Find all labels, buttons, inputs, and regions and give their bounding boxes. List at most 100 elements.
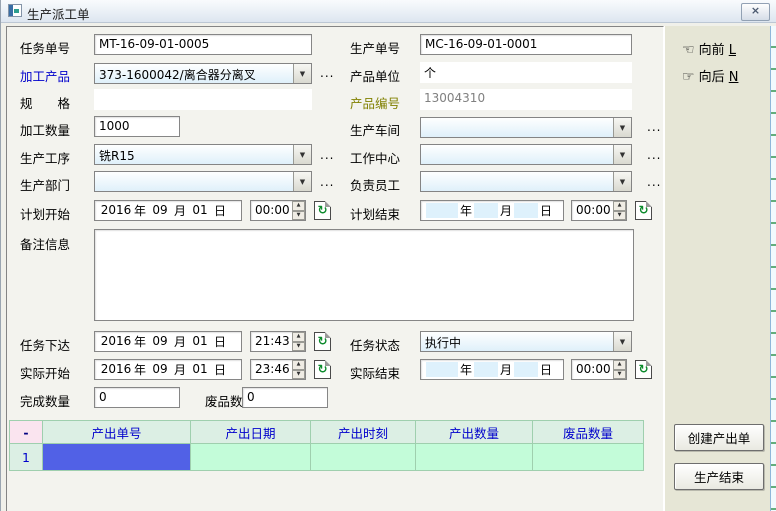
- task-issue-time[interactable]: 21:43 ▲▼: [250, 331, 306, 352]
- month-segment[interactable]: 09: [148, 203, 172, 218]
- nav-previous-label: 向前: [699, 43, 725, 58]
- spin-up-icon[interactable]: ▲: [292, 201, 305, 211]
- table-corner-cell[interactable]: -: [9, 420, 43, 444]
- year-segment[interactable]: 2016: [100, 203, 132, 218]
- month-segment[interactable]: [474, 203, 498, 218]
- table-cell[interactable]: [533, 444, 644, 471]
- prod-no-input[interactable]: MC-16-09-01-0001: [420, 34, 632, 55]
- actual-end-date[interactable]: 年月日: [420, 359, 564, 380]
- work-center-combobox[interactable]: ▼: [420, 144, 632, 165]
- plan-end-refresh-button[interactable]: ↻: [635, 201, 652, 220]
- department-browse-button[interactable]: ...: [320, 175, 334, 189]
- day-segment[interactable]: [514, 203, 538, 218]
- task-no-input[interactable]: MT-16-09-01-0005: [94, 34, 312, 55]
- nav-previous[interactable]: ☜ 向前 L: [682, 39, 736, 58]
- spin-down-icon[interactable]: ▼: [292, 211, 305, 221]
- chevron-down-icon[interactable]: ▼: [613, 145, 631, 164]
- chevron-down-icon[interactable]: ▼: [613, 172, 631, 191]
- table-cell[interactable]: [191, 444, 311, 471]
- plan-start-date[interactable]: 2016年09月01日: [94, 200, 242, 221]
- actual-end-refresh-button[interactable]: ↻: [635, 360, 652, 379]
- day-segment[interactable]: 01: [188, 203, 212, 218]
- employee-combobox[interactable]: ▼: [420, 171, 632, 192]
- plan-end-date[interactable]: 年月日: [420, 200, 564, 221]
- month-segment[interactable]: [474, 362, 498, 377]
- time-spinner[interactable]: ▲▼: [292, 201, 305, 220]
- year-segment[interactable]: [426, 203, 458, 218]
- nav-next[interactable]: ☞向后 N: [682, 66, 738, 85]
- remark-textarea[interactable]: [94, 229, 634, 321]
- actual-start-time[interactable]: 23:46 ▲▼: [250, 359, 306, 380]
- create-output-button[interactable]: 创建产出单: [674, 424, 764, 451]
- task-status-combobox[interactable]: 执行中 ▼: [420, 331, 632, 352]
- spin-up-icon[interactable]: ▲: [292, 332, 305, 342]
- plan-start-time[interactable]: 00:00 ▲▼: [250, 200, 306, 221]
- column-header[interactable]: 产出单号: [43, 420, 191, 444]
- month-unit: 月: [172, 202, 188, 219]
- month-segment[interactable]: 09: [148, 334, 172, 349]
- column-header[interactable]: 产出日期: [191, 420, 311, 444]
- chevron-down-icon[interactable]: ▼: [293, 64, 311, 83]
- month-unit: 月: [498, 202, 514, 219]
- actual-start-refresh-button[interactable]: ↻: [314, 360, 331, 379]
- time-spinner[interactable]: ▲▼: [613, 360, 626, 379]
- time-value[interactable]: 00:00: [251, 201, 292, 220]
- close-button[interactable]: ×: [741, 3, 770, 21]
- scrap-qty-input[interactable]: 0: [242, 387, 328, 408]
- task-issue-refresh-button[interactable]: ↻: [314, 332, 331, 351]
- actual-start-date[interactable]: 2016年09月01日: [94, 359, 242, 380]
- spin-down-icon[interactable]: ▼: [613, 211, 626, 221]
- process-browse-button[interactable]: ...: [320, 148, 334, 162]
- finish-production-button[interactable]: 生产结束: [674, 463, 764, 490]
- column-header[interactable]: 废品数量: [533, 420, 644, 444]
- year-segment[interactable]: 2016: [100, 362, 132, 377]
- product-browse-button[interactable]: ...: [320, 66, 334, 80]
- nav-previous-key: L: [729, 43, 736, 58]
- product-combobox[interactable]: 373-1600042/离合器分离叉 ▼: [94, 63, 312, 84]
- day-segment[interactable]: [514, 362, 538, 377]
- hand-left-icon: ☜: [682, 42, 695, 58]
- row-number-cell[interactable]: 1: [9, 444, 43, 471]
- day-segment[interactable]: 01: [188, 334, 212, 349]
- chevron-down-icon[interactable]: ▼: [293, 172, 311, 191]
- task-issue-date[interactable]: 2016年09月01日: [94, 331, 242, 352]
- time-value[interactable]: 21:43: [251, 332, 292, 351]
- qty-input[interactable]: 1000: [94, 116, 180, 137]
- department-combobox[interactable]: ▼: [94, 171, 312, 192]
- table-cell[interactable]: [311, 444, 416, 471]
- chevron-down-icon[interactable]: ▼: [613, 332, 631, 351]
- chevron-down-icon[interactable]: ▼: [613, 118, 631, 137]
- spin-up-icon[interactable]: ▲: [613, 201, 626, 211]
- actual-end-time[interactable]: 00:00 ▲▼: [571, 359, 627, 380]
- time-spinner[interactable]: ▲▼: [613, 201, 626, 220]
- plan-start-refresh-button[interactable]: ↻: [314, 201, 331, 220]
- time-value[interactable]: 23:46: [251, 360, 292, 379]
- column-header[interactable]: 产出时刻: [311, 420, 416, 444]
- work-center-browse-button[interactable]: ...: [647, 148, 661, 162]
- spin-down-icon[interactable]: ▼: [292, 342, 305, 352]
- time-spinner[interactable]: ▲▼: [292, 332, 305, 351]
- year-segment[interactable]: 2016: [100, 334, 132, 349]
- process-combobox[interactable]: 铣R15 ▼: [94, 144, 312, 165]
- spin-up-icon[interactable]: ▲: [613, 360, 626, 370]
- plan-end-time[interactable]: 00:00 ▲▼: [571, 200, 627, 221]
- spin-down-icon[interactable]: ▼: [292, 370, 305, 380]
- spin-down-icon[interactable]: ▼: [613, 370, 626, 380]
- day-segment[interactable]: 01: [188, 362, 212, 377]
- spin-up-icon[interactable]: ▲: [292, 360, 305, 370]
- year-segment[interactable]: [426, 362, 458, 377]
- time-value[interactable]: 00:00: [572, 201, 613, 220]
- workshop-browse-button[interactable]: ...: [647, 120, 661, 134]
- workshop-combobox[interactable]: ▼: [420, 117, 632, 138]
- chevron-down-icon[interactable]: ▼: [293, 145, 311, 164]
- time-spinner[interactable]: ▲▼: [292, 360, 305, 379]
- table-cell-selected[interactable]: [43, 444, 191, 471]
- employee-browse-button[interactable]: ...: [647, 175, 661, 189]
- month-segment[interactable]: 09: [148, 362, 172, 377]
- actual-end-label: 实际结束: [350, 363, 400, 382]
- table-cell[interactable]: [416, 444, 533, 471]
- time-value[interactable]: 00:00: [572, 360, 613, 379]
- column-header[interactable]: 产出数量: [416, 420, 533, 444]
- done-qty-input[interactable]: 0: [94, 387, 180, 408]
- department-value: [95, 172, 293, 191]
